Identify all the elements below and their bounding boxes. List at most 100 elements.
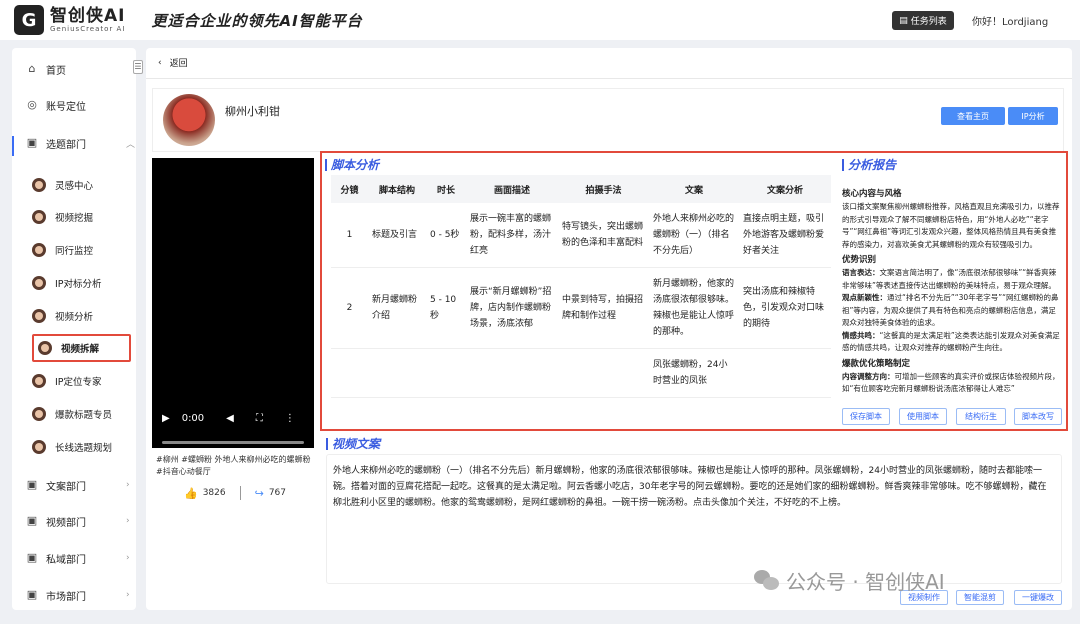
report-paragraph: 该口播文案聚焦柳州螺蛳粉推荐，风格直观且充满吸引力，以推荐的形式引导观众了解不同…	[842, 202, 1060, 249]
smart-mix-button[interactable]: 智能混剪	[956, 590, 1004, 605]
report-heading: 优势识别	[842, 255, 877, 265]
sidebar-subitem-ip-expert[interactable]: IP定位专家	[32, 368, 142, 394]
sidebar-subitem-video-analysis[interactable]: 视频分析	[32, 303, 142, 329]
sidebar-subitem-label: 视频拆解	[61, 344, 100, 355]
section-title-text: 分析报告	[848, 158, 897, 172]
sidebar-subitem-video-mining[interactable]: 视频挖掘	[32, 204, 142, 230]
view-home-button[interactable]: 查看主页	[941, 107, 1005, 125]
video-copy-text[interactable]: 外地人来柳州必吃的螺蛳粉（一）（排名不分先后）新月螺蛳粉，他家的汤底很浓郁很够味…	[326, 454, 1062, 584]
structure-derive-button[interactable]: 结构衍生	[956, 408, 1006, 425]
sidebar-subitem-long-term-planning[interactable]: 长线选题规划	[32, 434, 142, 460]
profile-card: 柳州小利钳 查看主页 IP分析	[152, 88, 1064, 152]
avatar-icon	[32, 243, 46, 257]
column-header: 文案分析	[739, 175, 831, 203]
sidebar-subitem-video-breakdown[interactable]: 视频拆解	[32, 334, 131, 362]
table-cell: 2	[331, 267, 368, 349]
video-progress-bar[interactable]	[162, 441, 304, 444]
rewrite-script-button[interactable]: 脚本改写	[1014, 408, 1062, 425]
section-title-text: 脚本分析	[331, 158, 380, 172]
sidebar-subitem-label: 灵感中心	[55, 181, 94, 192]
sidebar-item-label: 文案部门	[46, 481, 86, 493]
sidebar-item-topic-dept[interactable]: ▣ 选题部门 ︿	[26, 133, 136, 153]
video-stats: 👍 3826 ↪ 767	[184, 486, 286, 500]
report-paragraph: 语言表达：文案语言简洁明了，像“汤底很浓郁很够味”“鲜香爽辣非常够味”等表述直接…	[842, 267, 1060, 292]
chevron-right-icon: ›	[126, 590, 130, 600]
user-greeting[interactable]: 你好！Lordjiang	[972, 13, 1048, 28]
report-paragraph: 内容调整方向：可增加一些顾客的真实评价或探店体验视频片段，如“有位顾客吃完新月螺…	[842, 371, 1060, 396]
table-cell	[331, 348, 368, 398]
report-title: 分析报告	[842, 156, 896, 173]
sidebar-item-account-positioning[interactable]: ◎ 账号定位	[26, 95, 86, 115]
report-paragraph: 情感共鸣：“这餐真的是太满足啦”这类表达能引发观众对美食满足感的情感共鸣，让观众…	[842, 330, 1060, 355]
like-count: 3826	[202, 488, 226, 498]
table-cell: 展示“新月螺蛳粉”招牌，店内制作螺蛳粉场景，汤底浓郁	[466, 267, 558, 349]
sidebar-item-market-dept[interactable]: ▣ 市场部门 ›	[26, 585, 136, 605]
sidebar-item-label: 选题部门	[46, 139, 86, 151]
avatar-icon	[32, 210, 46, 224]
play-icon[interactable]: ▶	[162, 413, 170, 424]
video-time: 0:00	[181, 413, 205, 424]
logo-subtitle: GeniusCreator AI	[50, 25, 126, 33]
video-player[interactable]: ▶ 0:00 ◀ ⛶ ⋮	[152, 158, 314, 448]
back-button[interactable]: ‹ 返回	[158, 56, 188, 70]
sidebar-subitem-label: 长线选题规划	[55, 443, 113, 454]
divider	[146, 78, 1072, 79]
thumbs-up-icon: 👍	[184, 486, 198, 500]
home-icon: ⌂	[28, 62, 36, 75]
sidebar-item-private-dept[interactable]: ▣ 私域部门 ›	[26, 548, 136, 568]
sidebar-item-label: 私域部门	[46, 554, 86, 566]
table-row: 1 标题及引言 0 - 5秒 展示一碗丰富的螺蛳粉，配料多样，汤汁红亮 特写镜头…	[331, 203, 831, 268]
sidebar-subitem-inspiration[interactable]: 灵感中心	[32, 172, 142, 198]
sidebar-item-copy-dept[interactable]: ▣ 文案部门 ›	[26, 475, 136, 495]
main-panel: ‹ 返回 柳州小利钳 查看主页 IP分析 ▶ 0:00 ◀ ⛶ ⋮ #柳州 #螺蛳…	[146, 48, 1072, 610]
watermark-text: 公众号 · 智创侠AI	[786, 570, 945, 594]
sidebar-item-video-dept[interactable]: ▣ 视频部门 ›	[26, 511, 136, 531]
report-label: 语言表达：	[842, 268, 880, 277]
target-icon: ◎	[27, 98, 37, 111]
table-cell: 新月螺蛳粉介绍	[368, 267, 426, 349]
volume-icon[interactable]: ◀	[226, 413, 234, 424]
chevron-right-icon: ›	[126, 553, 130, 563]
save-script-button[interactable]: 保存脚本	[842, 408, 890, 425]
doc-icon: ▣	[26, 588, 38, 601]
table-cell	[368, 348, 426, 398]
sidebar-subitem-peer-monitor[interactable]: 同行监控	[32, 237, 142, 263]
table-cell: 突出汤底和辣椒特色，引发观众对口味的期待	[739, 267, 831, 349]
report-heading: 爆款优化策略制定	[842, 358, 911, 369]
sidebar-collapse-button[interactable]: ☰	[133, 60, 143, 74]
use-script-button[interactable]: 使用脚本	[899, 408, 947, 425]
report-heading: 核心内容与风格	[842, 189, 902, 199]
sidebar-subitem-label: 同行监控	[55, 246, 94, 257]
profile-avatar[interactable]	[163, 94, 215, 146]
sidebar-item-label: 市场部门	[46, 591, 86, 603]
column-header: 文案	[649, 175, 739, 203]
analysis-report[interactable]: 核心内容与风格 该口播文案聚焦柳州螺蛳粉推荐，风格直观且充满吸引力，以推荐的形式…	[842, 185, 1060, 395]
chevron-right-icon: ›	[126, 516, 130, 526]
one-click-rewrite-button[interactable]: 一键爆改	[1014, 590, 1062, 605]
sidebar-item-home[interactable]: ⌂ 首页	[26, 59, 67, 79]
avatar-icon	[32, 440, 46, 454]
avatar-icon	[32, 374, 46, 388]
task-list-button[interactable]: ▤ 任务列表	[892, 11, 954, 30]
sidebar-subitem-title-specialist[interactable]: 爆款标题专员	[32, 401, 142, 427]
share-icon: ↪	[254, 486, 264, 500]
sidebar: ⌂ 首页 ◎ 账号定位 ▣ 选题部门 ︿ 灵感中心 视频挖掘 同行监控 IP对标分析 视…	[12, 48, 136, 610]
video-controls: ▶ 0:00 ◀ ⛶ ⋮	[162, 413, 312, 424]
table-cell	[558, 348, 649, 398]
fullscreen-icon[interactable]: ⛶	[256, 413, 263, 424]
sidebar-item-label: 账号定位	[46, 101, 86, 113]
script-table-scroll[interactable]: 分镜 脚本结构 时长 画面描述 拍摄手法 文案 文案分析 1 标题及引言 0 -…	[331, 175, 833, 399]
sidebar-subitem-label: 视频分析	[55, 312, 94, 323]
sidebar-subitem-ip-benchmark[interactable]: IP对标分析	[32, 270, 142, 296]
video-copy-title: 视频文案	[326, 435, 380, 452]
logo[interactable]: G 智创侠AI GeniusCreator AI	[14, 5, 125, 35]
doc-icon: ▣	[26, 478, 38, 491]
sidebar-subitem-label: 爆款标题专员	[55, 410, 113, 421]
chevron-left-icon: ‹	[158, 57, 162, 68]
more-options-icon[interactable]: ⋮	[285, 413, 295, 424]
report-label: 情感共鸣：	[842, 330, 880, 340]
analysis-highlight-box: 脚本分析 分镜 脚本结构 时长 画面描述 拍摄手法 文案 文案分析 1 标题及引…	[320, 151, 1068, 431]
top-bar: G 智创侠AI GeniusCreator AI 更适合企业的领先AI智能平台 …	[0, 0, 1080, 40]
ip-analysis-button[interactable]: IP分析	[1008, 107, 1058, 125]
table-cell	[739, 348, 831, 398]
